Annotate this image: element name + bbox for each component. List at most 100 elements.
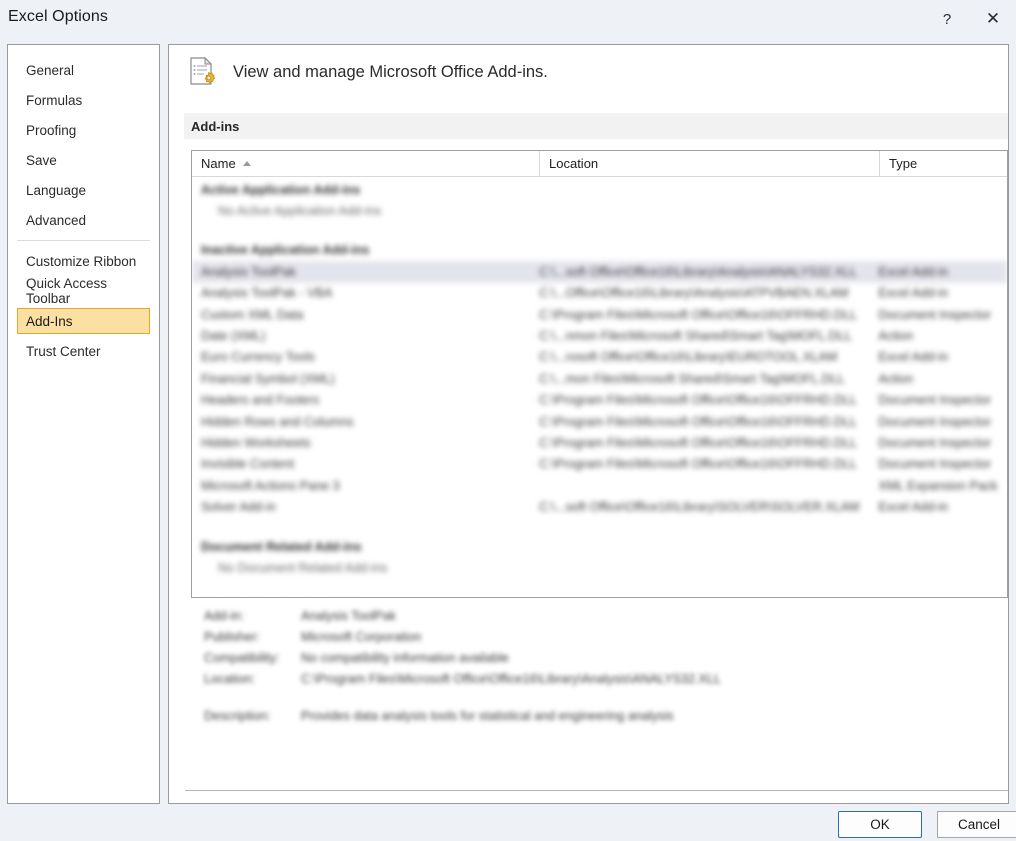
page-header: View and manage Microsoft Office Add-ins… [185, 55, 548, 89]
column-header-label: Name [201, 156, 236, 171]
list-cell-name: Active Application Add-ins [201, 182, 361, 197]
table-row[interactable]: Analysis ToolPak C:\...soft Office\Offic… [192, 261, 1007, 283]
table-row[interactable]: Date (XML) C:\...nmon Files\Microsoft Sh… [192, 325, 1007, 346]
table-row[interactable]: Invisible Content C:\Program Files\Micro… [192, 454, 1007, 475]
list-cell-name: Invisible Content [201, 457, 295, 472]
section-header: Add-ins [184, 113, 1008, 139]
list-cell-type: XML Expansion Pack [878, 478, 998, 493]
sidebar-item-language[interactable]: Language [17, 177, 150, 203]
horizontal-divider [185, 790, 1008, 791]
list-cell-location: C:\...soft Office\Office16\Library\Analy… [539, 264, 857, 279]
sidebar-item-advanced[interactable]: Advanced [17, 207, 150, 233]
sidebar-item-quick-access-toolbar[interactable]: Quick Access Toolbar [17, 276, 150, 306]
window-title: Excel Options [8, 8, 109, 25]
detail-spacer [191, 689, 1008, 705]
detail-row-description: Description: Provides data analysis tool… [191, 705, 1008, 726]
list-cell-name: Custom XML Data [201, 307, 304, 322]
detail-row-add-in: Add-in: Analysis ToolPak [191, 605, 1008, 626]
sidebar-item-label: Proofing [26, 122, 77, 138]
detail-value: No compatibility information available [301, 650, 509, 665]
list-item: No Document Related Add-ins [192, 557, 1007, 578]
sidebar-item-label: Add-Ins [26, 313, 73, 329]
cancel-button[interactable]: Cancel [937, 811, 1016, 838]
table-row[interactable]: Hidden Rows and Columns C:\Program Files… [192, 411, 1007, 432]
list-cell-location: C:\...soft Office\Office16\Library\SOLVE… [539, 500, 860, 515]
detail-row-compatibility: Compatibility: No compatibility informat… [191, 647, 1008, 668]
sidebar-item-general[interactable]: General [17, 57, 150, 83]
page-title: View and manage Microsoft Office Add-ins… [233, 62, 548, 81]
list-cell-location: C:\...rosoft Office\Office16\Library\EUR… [539, 350, 838, 365]
table-row[interactable]: Financial Symbol (XML) C:\...mon Files\M… [192, 368, 1007, 389]
detail-row-publisher: Publisher: Microsoft Corporation [191, 626, 1008, 647]
close-icon[interactable]: ✕ [970, 0, 1016, 38]
column-header-name[interactable]: Name [192, 151, 540, 176]
list-cell-type: Action [878, 371, 914, 386]
list-cell-name: Hidden Worksheets [201, 435, 311, 450]
sidebar-item-label: Language [26, 182, 87, 198]
list-group-header: Document Related Add-ins [192, 536, 1007, 557]
column-header-type[interactable]: Type [880, 151, 1007, 176]
list-cell-name: No Active Application Add-ins [218, 204, 382, 219]
table-row[interactable]: Hidden Worksheets C:\Program Files\Micro… [192, 432, 1007, 453]
list-cell-name: Analysis ToolPak [201, 264, 296, 279]
column-header-label: Type [889, 156, 918, 171]
table-row[interactable]: Microsoft Actions Pane 3 XML Expansion P… [192, 475, 1007, 496]
list-cell-name: Solver Add-in [201, 500, 276, 515]
list-cell-name: Hidden Rows and Columns [201, 414, 354, 429]
list-body: Active Application Add-ins No Active App… [192, 177, 1007, 597]
detail-row-location: Location: C:\Program Files\Microsoft Off… [191, 668, 1008, 689]
table-row[interactable]: Solver Add-in C:\...soft Office\Office16… [192, 496, 1007, 517]
list-cell-location: C:\Program Files\Microsoft Office\Office… [539, 435, 858, 450]
list-cell-name: Inactive Application Add-ins [201, 243, 370, 258]
sidebar-item-formulas[interactable]: Formulas [17, 87, 150, 113]
list-cell-name: Financial Symbol (XML) [201, 371, 335, 386]
dialog-footer: OK Cancel [0, 804, 1016, 841]
table-row[interactable]: Analysis ToolPak - VBA C:\...Office\Offi… [192, 283, 1007, 304]
list-cell-type: Excel Add-in [878, 286, 949, 301]
ok-button[interactable]: OK [838, 811, 922, 838]
sidebar-item-label: Customize Ribbon [26, 253, 137, 269]
sort-ascending-icon [242, 161, 251, 166]
table-row[interactable]: Euro Currency Tools C:\...rosoft Office\… [192, 347, 1007, 368]
list-cell-location: C:\Program Files\Microsoft Office\Office… [539, 457, 858, 472]
help-icon[interactable]: ? [924, 0, 970, 38]
list-cell-type: Excel Add-in [878, 500, 949, 515]
sidebar-item-proofing[interactable]: Proofing [17, 117, 150, 143]
table-row[interactable]: Headers and Footers C:\Program Files\Mic… [192, 390, 1007, 411]
sidebar-item-customize-ribbon[interactable]: Customize Ribbon [17, 248, 150, 274]
sidebar-item-label: Trust Center [26, 343, 101, 359]
list-cell-type: Document Inspector [878, 307, 992, 322]
list-cell-type: Document Inspector [878, 393, 992, 408]
list-cell-name: Microsoft Actions Pane 3 [201, 478, 340, 493]
options-content-panel: View and manage Microsoft Office Add-ins… [168, 44, 1009, 835]
list-cell-location: C:\Program Files\Microsoft Office\Office… [539, 393, 858, 408]
list-cell-type: Action [878, 329, 914, 344]
section-header-label: Add-ins [191, 118, 240, 134]
sidebar-item-add-ins[interactable]: Add-Ins [17, 308, 150, 334]
table-row[interactable]: Custom XML Data C:\Program Files\Microso… [192, 304, 1007, 325]
list-group-header: Active Application Add-ins [192, 179, 1007, 200]
column-header-location[interactable]: Location [540, 151, 880, 176]
add-ins-list[interactable]: Name Location Type Active Application Ad… [191, 150, 1008, 598]
list-cell-type: Document Inspector [878, 414, 992, 429]
list-cell-type: Document Inspector [878, 457, 992, 472]
options-sidebar: General Formulas Proofing Save Language … [7, 44, 160, 804]
list-cell-location: C:\...nmon Files\Microsoft Shared\Smart … [539, 329, 852, 344]
list-header-row: Name Location Type [192, 151, 1007, 177]
list-cell-type: Excel Add-in [878, 350, 949, 365]
sidebar-item-save[interactable]: Save [17, 147, 150, 173]
list-cell-location: C:\...Office\Office16\Library\Analysis\A… [539, 286, 849, 301]
list-cell-name: Date (XML) [201, 329, 266, 344]
sidebar-item-trust-center[interactable]: Trust Center [17, 338, 150, 364]
sidebar-item-label: Quick Access Toolbar [26, 276, 108, 306]
list-cell-name: Analysis ToolPak - VBA [201, 286, 333, 301]
detail-value: Analysis ToolPak [301, 608, 396, 623]
list-cell-name: Headers and Footers [201, 393, 320, 408]
sidebar-item-label: Formulas [26, 92, 83, 108]
detail-label: Description: [204, 708, 271, 723]
detail-value: Provides data analysis tools for statist… [301, 708, 674, 723]
list-group-header: Inactive Application Add-ins [192, 240, 1007, 261]
list-cell-type: Document Inspector [878, 435, 992, 450]
